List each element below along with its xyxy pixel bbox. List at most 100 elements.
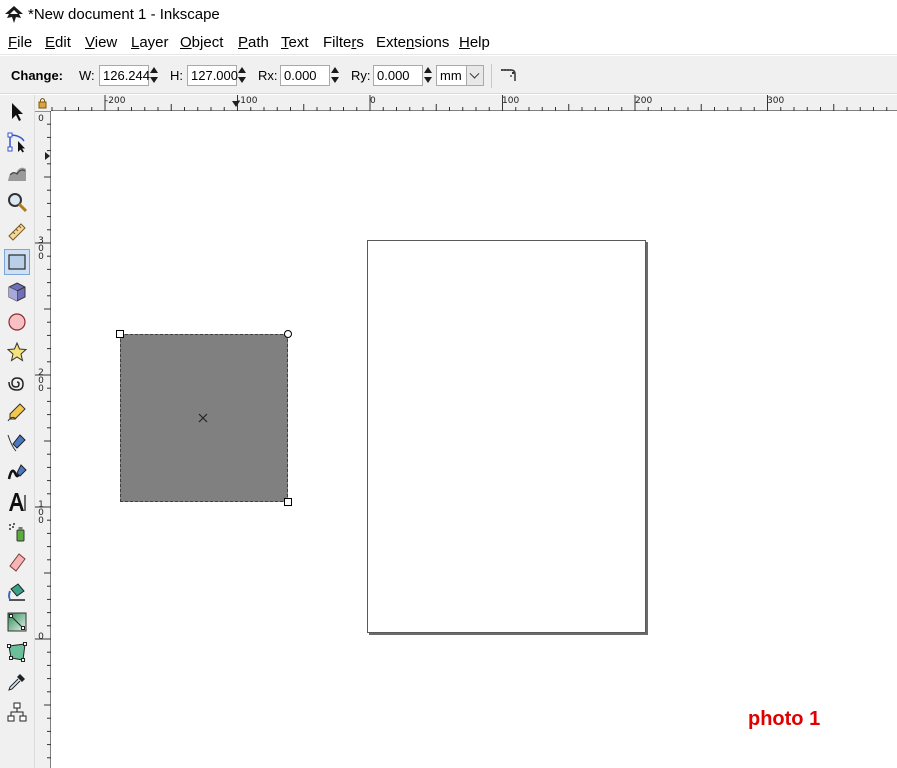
ruler-label: 300 [38, 236, 44, 262]
arrow-pointer-icon [12, 103, 23, 121]
menu-layer[interactable]: Layer [131, 34, 169, 51]
height-field[interactable]: 127.000 [187, 65, 238, 86]
rectangle-icon [8, 254, 26, 270]
spin-down-icon[interactable] [331, 77, 339, 83]
spin-down-icon[interactable] [238, 77, 246, 83]
ruler-measure-icon [8, 223, 26, 241]
rx-field[interactable]: 0.000 [280, 65, 330, 86]
spin-up-icon[interactable] [238, 67, 246, 73]
page-border [367, 240, 646, 633]
ry-spinner[interactable] [423, 65, 434, 86]
ruler-label: 200 [635, 96, 653, 106]
width-label: W: [79, 68, 95, 83]
ruler-horizontal[interactable]: -200 -100 0 100 200 300 [51, 95, 897, 111]
menu-help[interactable]: Help [459, 34, 490, 51]
lock-guides-icon[interactable] [35, 95, 51, 111]
dropper-icon [8, 674, 25, 691]
pointer-position-marker [45, 152, 50, 160]
star-tool[interactable] [4, 339, 30, 365]
circle-icon [8, 313, 26, 331]
resize-handle-bottomright[interactable] [284, 498, 292, 506]
calligraphy-icon [7, 464, 27, 480]
photo-caption: photo 1 [748, 708, 821, 730]
width-spinner[interactable] [149, 65, 160, 86]
menu-path[interactable]: Path [238, 34, 269, 51]
tweak-tool[interactable] [4, 159, 30, 185]
ruler-label: -200 [105, 96, 126, 106]
unit-value: mm [440, 68, 462, 83]
toolbox [0, 95, 35, 768]
ruler-label: 0 [38, 632, 44, 642]
spray-can-icon [9, 523, 25, 542]
spray-tool[interactable] [4, 519, 30, 545]
text-a-icon [9, 493, 26, 511]
pen-tool[interactable] [4, 429, 30, 455]
spin-down-icon[interactable] [424, 77, 432, 83]
resize-handle-topleft[interactable] [116, 330, 124, 338]
node-tool[interactable] [4, 129, 30, 155]
calligraphy-tool[interactable] [4, 459, 30, 485]
menu-filters[interactable]: Filters [323, 34, 364, 51]
eraser-icon [9, 553, 26, 572]
3d-box-tool[interactable] [4, 279, 30, 305]
menu-bar: File Edit View Layer Object Path Text Fi… [0, 30, 897, 55]
eraser-tool[interactable] [4, 549, 30, 575]
reset-rounded-corners-icon[interactable] [499, 67, 517, 83]
node-edit-icon [7, 132, 25, 153]
paint-bucket-tool[interactable] [4, 579, 30, 605]
cube-icon [8, 282, 26, 302]
mesh-tool[interactable] [4, 639, 30, 665]
rx-label: Rx: [258, 68, 278, 83]
spin-up-icon[interactable] [331, 67, 339, 73]
width-field[interactable]: 126.244 [99, 65, 150, 86]
ruler-label: 200 [38, 368, 44, 394]
toolbar-divider [491, 64, 492, 88]
pen-bezier-icon [7, 434, 26, 452]
spin-up-icon[interactable] [424, 67, 432, 73]
zoom-tool[interactable] [4, 189, 30, 215]
spiral-tool[interactable] [4, 369, 30, 395]
gradient-icon [7, 612, 27, 632]
menu-extensions[interactable]: Extensions [376, 34, 449, 51]
rectangle-tool[interactable] [4, 249, 30, 275]
gradient-tool[interactable] [4, 609, 30, 635]
star-icon [6, 341, 28, 362]
ruler-vertical[interactable]: 0 300 200 100 0 [35, 111, 51, 768]
connector-icon [7, 702, 27, 722]
text-tool[interactable] [4, 489, 30, 515]
spin-up-icon[interactable] [150, 67, 158, 73]
mesh-icon [7, 642, 27, 662]
ellipse-tool[interactable] [4, 309, 30, 335]
title-bar: *New document 1 - Inkscape [0, 0, 897, 30]
ruler-corner [35, 95, 51, 111]
unit-select[interactable]: mm [436, 65, 484, 86]
paint-bucket-icon [8, 583, 25, 601]
connector-tool[interactable] [4, 699, 30, 725]
ruler-label: 100 [38, 500, 44, 526]
spiral-icon [8, 377, 24, 391]
selector-tool[interactable] [4, 99, 30, 125]
ry-field[interactable]: 0.000 [373, 65, 423, 86]
window-title: *New document 1 - Inkscape [28, 6, 220, 23]
ry-label: Ry: [351, 68, 371, 83]
menu-object[interactable]: Object [180, 34, 223, 51]
chevron-down-icon[interactable] [466, 66, 483, 85]
corner-radius-handle[interactable] [284, 330, 292, 338]
ruler-label: 0 [370, 96, 376, 106]
pencil-tool[interactable] [4, 399, 30, 425]
ruler-vertical-ticks [35, 111, 51, 759]
rx-spinner[interactable] [330, 65, 341, 86]
measure-tool[interactable] [4, 219, 30, 245]
ruler-label: -100 [237, 96, 258, 106]
menu-edit[interactable]: Edit [45, 34, 71, 51]
height-spinner[interactable] [237, 65, 248, 86]
tool-controls-bar: Change: W: 126.244 H: 127.000 Rx: 0.000 … [0, 56, 897, 94]
menu-view[interactable]: View [85, 34, 117, 51]
rotation-center-icon[interactable] [198, 413, 208, 423]
ruler-label: 300 [767, 96, 785, 106]
dropper-tool[interactable] [4, 669, 30, 695]
height-label: H: [170, 68, 183, 83]
menu-text[interactable]: Text [281, 34, 309, 51]
spin-down-icon[interactable] [150, 77, 158, 83]
menu-file[interactable]: File [8, 34, 32, 51]
